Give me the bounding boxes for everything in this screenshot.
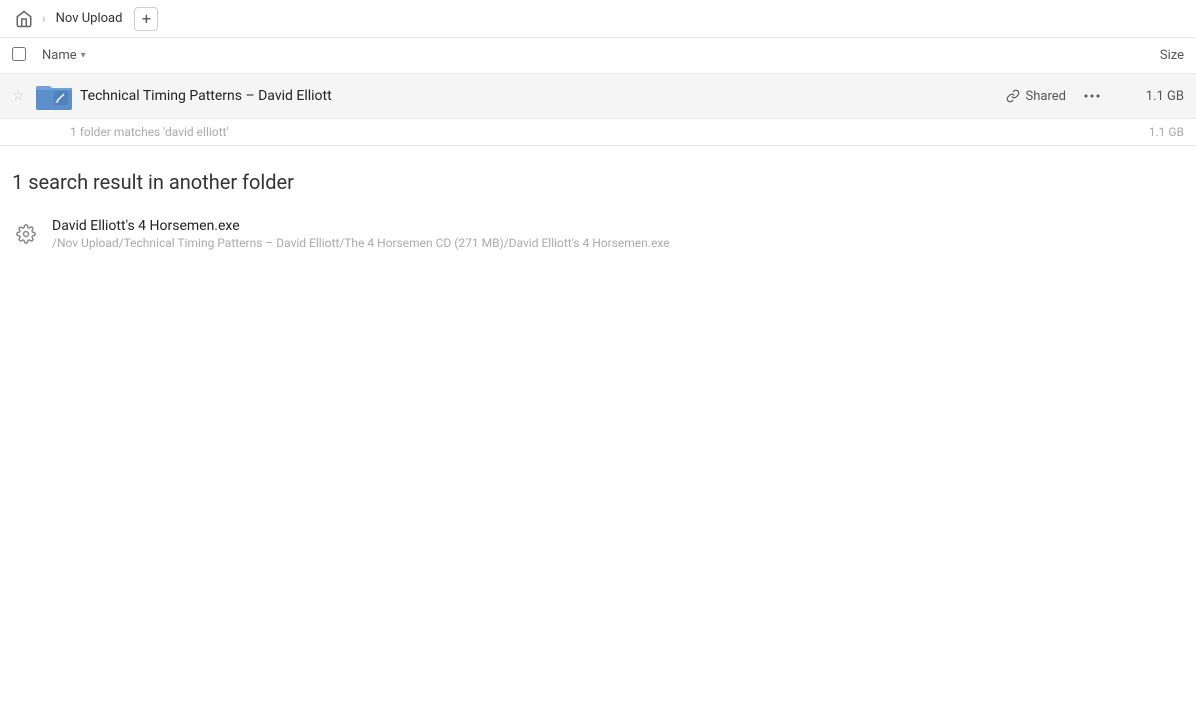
name-column-header[interactable]: Name ▾ (42, 48, 1104, 63)
section-heading: 1 search result in another folder (0, 146, 1196, 210)
match-info-row: 1 folder matches 'david elliott' 1.1 GB (0, 119, 1196, 146)
folder-icon (36, 80, 72, 112)
select-all-input[interactable] (12, 47, 26, 61)
name-sort-arrow: ▾ (81, 50, 86, 61)
more-options-button[interactable] (1078, 82, 1106, 110)
select-all-checkbox[interactable] (12, 47, 42, 65)
folder-row[interactable]: ☆ Technical Timing Patterns – David Elli… (0, 74, 1196, 119)
breadcrumb-bar: › Nov Upload + (0, 0, 1196, 38)
breadcrumb-separator: › (42, 12, 46, 26)
breadcrumb-add-button[interactable]: + (134, 7, 158, 31)
star-icon[interactable]: ☆ (12, 88, 36, 104)
file-path: /Nov Upload/Technical Timing Patterns – … (52, 236, 1184, 250)
breadcrumb-item-nov-upload[interactable]: Nov Upload (52, 9, 127, 28)
shared-badge: Shared (1006, 89, 1066, 104)
link-icon (1006, 89, 1020, 103)
file-gear-icon (12, 220, 40, 248)
file-info: David Elliott's 4 Horsemen.exe /Nov Uplo… (52, 218, 1184, 250)
size-column-header: Size (1104, 48, 1184, 63)
column-header-row: Name ▾ Size (0, 38, 1196, 74)
match-info-size: 1.1 GB (1149, 125, 1184, 139)
match-info-text: 1 folder matches 'david elliott' (70, 125, 229, 139)
folder-name: Technical Timing Patterns – David Elliot… (80, 88, 1006, 104)
folder-size: 1.1 GB (1114, 89, 1184, 104)
file-result-row[interactable]: David Elliott's 4 Horsemen.exe /Nov Uplo… (0, 210, 1196, 258)
home-icon[interactable] (12, 7, 36, 31)
file-name: David Elliott's 4 Horsemen.exe (52, 218, 1184, 234)
